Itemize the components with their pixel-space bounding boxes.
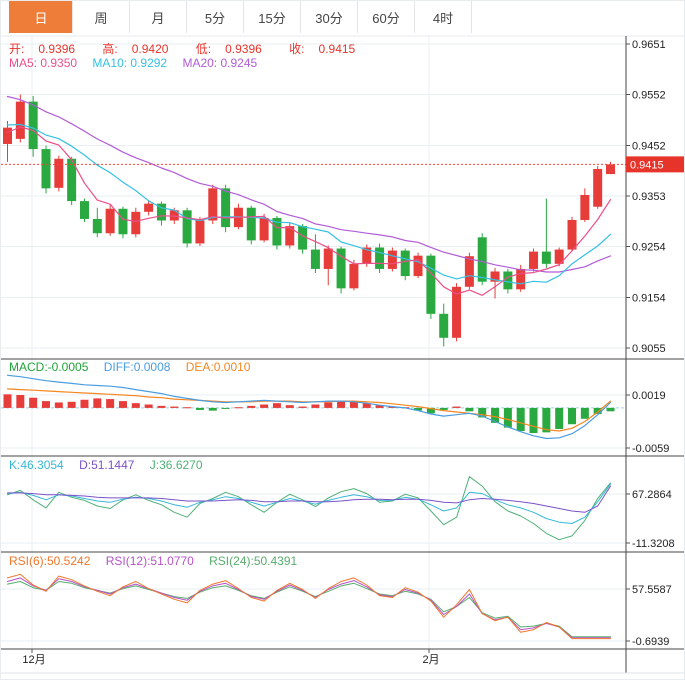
- x-axis-labels: 12月 2月: [22, 649, 439, 666]
- tab-day[interactable]: 日: [9, 1, 72, 33]
- tab-4hour[interactable]: 4时: [414, 1, 472, 33]
- trading-chart-app: 日 周 月 5分 15分 30分 60分 4时 0.9651 0.9552 0.94…: [0, 0, 685, 680]
- timeframe-tabbar: 日 周 月 5分 15分 30分 60分 4时: [1, 1, 684, 33]
- y-axis-labels: 0.9651 0.9552 0.9452 0.9353 0.9254 0.9154 0.90…: [626, 39, 675, 648]
- svg-text:2月: 2月: [422, 654, 439, 666]
- svg-text:-0.0059: -0.0059: [632, 443, 669, 455]
- k-line: [8, 484, 611, 523]
- svg-text:12月: 12月: [22, 654, 45, 666]
- tab-week[interactable]: 周: [72, 1, 129, 33]
- grid-lines: [1, 36, 626, 649]
- frame-lines: [1, 36, 685, 673]
- chart-area[interactable]: 0.9651 0.9552 0.9452 0.9353 0.9254 0.9154 0.90…: [1, 33, 685, 680]
- svg-text:-11.3208: -11.3208: [632, 538, 675, 550]
- ma20-line: [8, 97, 611, 273]
- d-line: [8, 486, 611, 512]
- candlestick-layer: [3, 94, 615, 346]
- svg-text:-0.6939: -0.6939: [632, 636, 669, 648]
- svg-text:0.9452: 0.9452: [632, 141, 666, 153]
- tab-15min[interactable]: 15分: [243, 1, 300, 33]
- svg-text:0.9353: 0.9353: [632, 191, 666, 203]
- current-price-tag: 0.9415: [626, 156, 685, 172]
- svg-text:67.2864: 67.2864: [632, 489, 672, 501]
- ma10-line: [8, 125, 611, 284]
- svg-text:0.9651: 0.9651: [632, 39, 666, 51]
- chart-canvas[interactable]: 0.9651 0.9552 0.9452 0.9353 0.9254 0.9154 0.90…: [1, 33, 685, 680]
- svg-text:0.9415: 0.9415: [630, 159, 664, 171]
- tab-month[interactable]: 月: [129, 1, 186, 33]
- tab-30min[interactable]: 30分: [300, 1, 357, 33]
- macd-histogram: [4, 394, 615, 433]
- tab-5min[interactable]: 5分: [186, 1, 243, 33]
- svg-text:0.9055: 0.9055: [632, 343, 666, 355]
- rsi12-line: [8, 578, 611, 638]
- svg-text:0.0019: 0.0019: [632, 390, 666, 402]
- svg-text:0.9154: 0.9154: [632, 293, 666, 305]
- tab-60min[interactable]: 60分: [357, 1, 414, 33]
- svg-text:57.5587: 57.5587: [632, 584, 672, 596]
- svg-text:0.9552: 0.9552: [632, 89, 666, 101]
- svg-text:0.9254: 0.9254: [632, 241, 666, 253]
